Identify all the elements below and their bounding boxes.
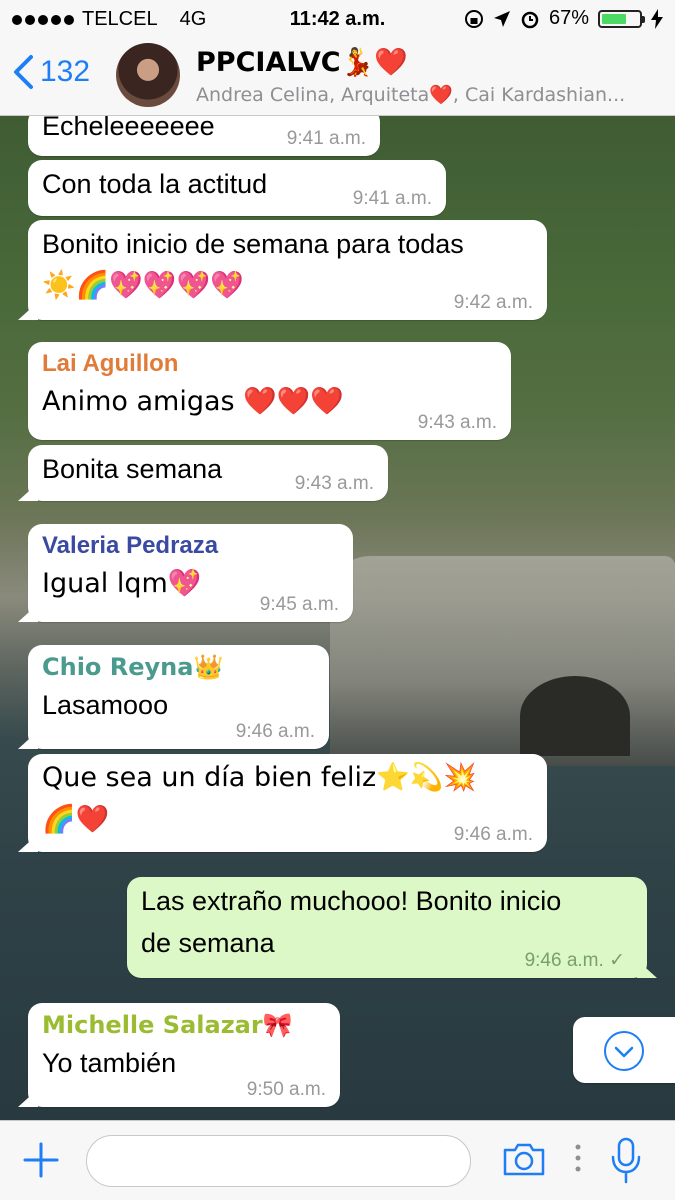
sender-name[interactable]: Michelle Salazar🎀 <box>42 1008 326 1042</box>
group-avatar[interactable] <box>116 43 180 107</box>
chat-title[interactable]: PPCIALVC💃❤️ <box>196 46 408 78</box>
message-bubble[interactable]: Valeria Pedraza Igual lqm💖 9:45 a.m. <box>28 524 353 622</box>
message-time: 9:41 a.m. <box>352 188 432 209</box>
mic-icon[interactable] <box>610 1137 642 1185</box>
message-time: 9:43 a.m. <box>294 473 374 494</box>
unread-count: 132 <box>40 55 91 88</box>
battery-icon <box>598 9 645 28</box>
rotation-lock-icon <box>464 9 483 28</box>
message-bubble[interactable]: Bonita semana 9:43 a.m. <box>28 445 388 501</box>
message-bubble[interactable]: Bonito inicio de semana para todas ☀️🌈💖💖… <box>28 220 547 320</box>
message-time: 9:45 a.m. <box>259 594 339 615</box>
message-bubble[interactable]: Con toda la actitud 9:41 a.m. <box>28 160 446 216</box>
location-arrow-icon <box>493 10 510 27</box>
message-text: Que sea un día bien feliz⭐️💫💥 <box>42 762 478 793</box>
scroll-to-bottom-button[interactable] <box>573 1017 675 1083</box>
outgoing-message-bubble[interactable]: Las extraño muchooo! Bonito inicio de se… <box>127 877 647 978</box>
message-time: 9:42 a.m. <box>453 292 533 313</box>
more-options-icon[interactable] <box>574 1143 582 1173</box>
message-time: 9:46 a.m. <box>235 721 315 742</box>
sender-name[interactable]: Lai Aguillon <box>42 347 497 381</box>
input-bar <box>0 1120 675 1200</box>
sender-name[interactable]: Chio Reyna👑 <box>42 650 315 684</box>
battery-percent: 67% <box>548 7 589 29</box>
chat-participants[interactable]: Andrea Celina, Arquiteta❤️, Cai Kardashi… <box>196 83 661 106</box>
message-time: 9:46 a.m. <box>453 824 533 845</box>
plus-icon[interactable] <box>22 1141 60 1179</box>
message-bubble[interactable]: Lai Aguillon Animo amigas ❤️❤️❤️ 9:43 a.… <box>28 342 511 440</box>
background-cave <box>520 676 630 756</box>
message-bubble[interactable]: Que sea un día bien feliz⭐️💫💥 🌈❤️ 9:46 a… <box>28 754 547 852</box>
message-text: Lasamooo <box>42 690 169 720</box>
chat-header: 132 PPCIALVC💃❤️ Andrea Celina, Arquiteta… <box>0 38 675 116</box>
sender-name[interactable]: Valeria Pedraza <box>42 529 339 563</box>
chevron-down-icon <box>604 1031 644 1071</box>
message-text: Yo también <box>42 1048 177 1078</box>
alarm-icon <box>521 11 539 28</box>
back-button[interactable]: 132 <box>12 54 90 90</box>
message-text: Bonito inicio de semana para todas <box>42 229 464 259</box>
charging-bolt-icon <box>651 8 663 29</box>
back-chevron-icon <box>14 55 33 89</box>
message-time-read: 9:46 a.m. ✓ <box>524 950 625 971</box>
message-bubble[interactable]: Michelle Salazar🎀 Yo también 9:50 a.m. <box>28 1003 340 1107</box>
message-time: 9:41 a.m. <box>286 128 366 149</box>
camera-icon[interactable] <box>502 1141 546 1177</box>
message-text: Las extraño muchooo! Bonito inicio <box>141 886 562 916</box>
status-bar: TELCEL 4G 11:42 a.m. 67% <box>0 0 675 38</box>
message-input[interactable] <box>86 1135 471 1187</box>
message-time: 9:50 a.m. <box>246 1079 326 1100</box>
message-time: 9:43 a.m. <box>417 412 497 433</box>
message-bubble[interactable]: Chio Reyna👑 Lasamooo 9:46 a.m. <box>28 645 329 749</box>
